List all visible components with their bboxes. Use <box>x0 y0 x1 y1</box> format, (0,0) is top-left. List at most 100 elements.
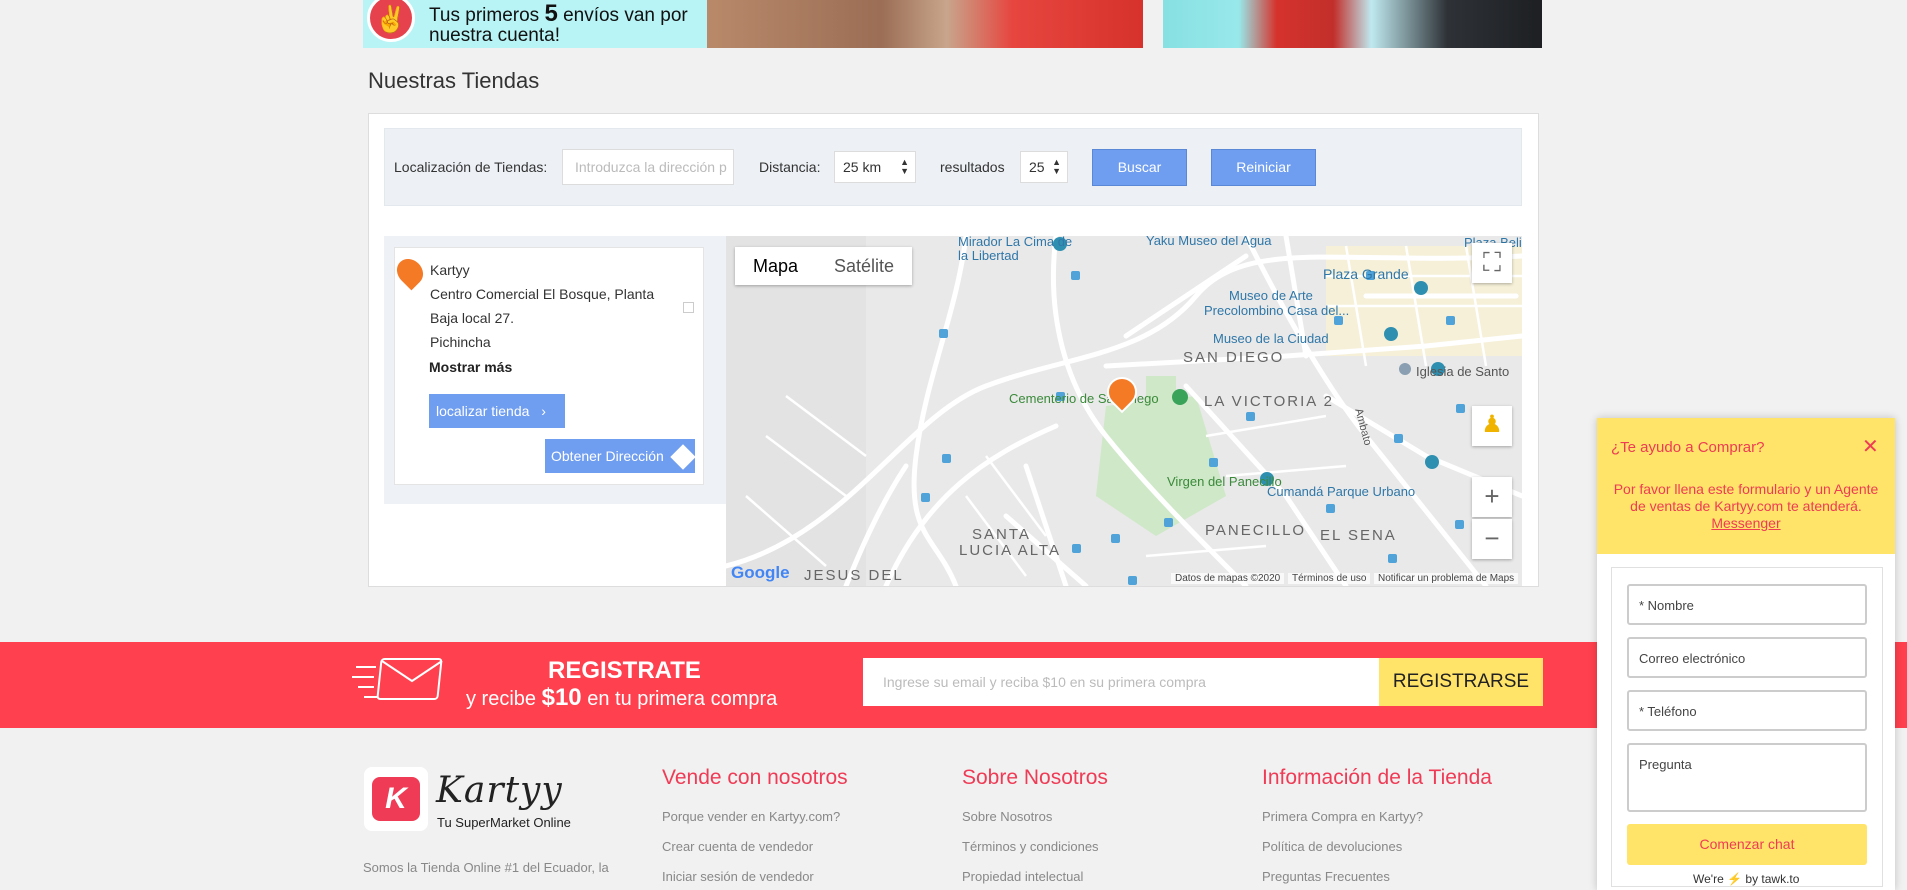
footer-link[interactable]: Términos y condiciones <box>962 839 1099 854</box>
location-label: Localización de Tiendas: <box>394 159 548 175</box>
promo-photo <box>707 0 1143 48</box>
locate-store-button[interactable]: localizar tienda › <box>429 394 565 428</box>
address-input[interactable]: Introduzca la dirección p <box>562 149 734 185</box>
register-sub-prefix: y recibe <box>466 688 537 710</box>
results-label: resultados <box>940 159 1005 175</box>
map-label-plaza-grande: Plaza Grande <box>1323 266 1409 282</box>
get-directions-button[interactable]: Obtener Dirección <box>545 439 696 473</box>
results-value: 25 <box>1029 159 1045 175</box>
register-sub-suffix: en tu primera compra <box>587 688 778 710</box>
chat-name-field[interactable]: * Nombre <box>1627 584 1867 625</box>
map-label-lucia-alta: LUCIA ALTA <box>959 542 1061 559</box>
map-data-credit: Datos de mapas ©2020 <box>1171 573 1285 584</box>
tab-satellite[interactable]: Satélite <box>816 247 912 285</box>
map-label-iglesia: Iglesia de Santo <box>1416 364 1510 379</box>
distance-value: 25 km <box>843 159 882 175</box>
promo-text: Tus primeros 5 envíos van por nuestra cu… <box>429 2 688 46</box>
promo-prefix: Tus primeros <box>429 5 540 26</box>
zoom-in-icon[interactable]: + <box>1472 477 1512 517</box>
store-address-line2: Baja local 27. <box>430 310 515 326</box>
register-title: REGISTRATE <box>548 657 701 684</box>
store-map[interactable]: Mirador La Cima de la Libertad Yaku Muse… <box>726 236 1522 586</box>
footer-link[interactable]: Iniciar sesión de vendedor <box>662 869 814 884</box>
register-button[interactable]: REGISTRARSE <box>1379 658 1543 706</box>
chevron-right-icon: › <box>541 403 546 419</box>
footer-link[interactable]: Porque vender en Kartyy.com? <box>662 809 840 824</box>
reset-button[interactable]: Reiniciar <box>1211 149 1316 186</box>
register-bar-edge <box>1895 646 1907 720</box>
chat-phone-field[interactable]: * Teléfono <box>1627 690 1867 731</box>
map-label-precolombino: Precolombino Casa del... <box>1204 303 1350 318</box>
search-button[interactable]: Buscar <box>1092 149 1187 186</box>
store-name: Kartyy <box>430 262 470 278</box>
map-label-jesus: JESUS DEL <box>804 567 904 584</box>
footer-link[interactable]: Política de devoluciones <box>1262 839 1402 854</box>
directions-icon <box>669 444 696 471</box>
select-arrows-icon: ▲ ▼ <box>900 157 909 176</box>
map-label-panecillo: PANECILLO <box>1205 522 1307 539</box>
select-arrows-icon: ▲ ▼ <box>1052 157 1061 176</box>
street-view-icon[interactable]: ♟ <box>1472 406 1512 446</box>
victory-hand-icon: ✌ <box>367 0 415 42</box>
tab-map[interactable]: Mapa <box>735 247 816 285</box>
powered-prefix: We're <box>1693 872 1724 886</box>
get-directions-label: Obtener Dirección <box>551 448 664 464</box>
footer-col-sell-title: Vende con nosotros <box>662 766 848 789</box>
footer-link[interactable]: Crear cuenta de vendedor <box>662 839 813 854</box>
map-label-la-victoria: LA VICTORIA 2 <box>1204 393 1334 410</box>
promo-number: 5 <box>544 0 558 27</box>
map-label-yaku: Yaku Museo del Agua <box>1146 236 1272 248</box>
chat-message-text: Por favor llena este formulario y un Age… <box>1613 481 1879 514</box>
messenger-link[interactable]: Messenger <box>1711 515 1780 531</box>
chat-title: ¿Te ayudo a Comprar? <box>1611 439 1765 456</box>
fullscreen-icon[interactable]: ⛶ <box>1472 243 1512 283</box>
store-address-line1: Centro Comercial El Bosque, Planta <box>430 286 655 302</box>
close-icon[interactable]: ✕ <box>1862 434 1879 459</box>
show-more-link[interactable]: Mostrar más <box>429 359 512 375</box>
logo-wordmark[interactable]: Kartyy <box>436 770 563 811</box>
footer-link[interactable]: Preguntas Frecuentes <box>1262 869 1390 884</box>
footer-col-about-title: Sobre Nosotros <box>962 766 1108 789</box>
page-title: Nuestras Tiendas <box>368 68 540 93</box>
lightning-icon: ⚡ <box>1727 872 1743 886</box>
map-label-museo-ciudad: Museo de la Ciudad <box>1213 331 1329 346</box>
map-label-santa: SANTA <box>972 526 1031 543</box>
about-text: Somos la Tienda Online #1 del Ecuador, l… <box>363 860 609 875</box>
promo-banner-left[interactable]: ✌ Tus primeros 5 envíos van por nuestra … <box>363 0 1143 48</box>
distance-label: Distancia: <box>759 159 821 175</box>
map-terms-link[interactable]: Términos de uso <box>1288 573 1371 584</box>
map-label-san-diego: SAN DIEGO <box>1183 349 1285 366</box>
map-label-cumanda: Cumandá Parque Urbano <box>1267 484 1416 499</box>
locate-store-label: localizar tienda <box>436 403 530 419</box>
map-label-museo-arte: Museo de Arte <box>1229 288 1313 303</box>
footer-link[interactable]: Sobre Nosotros <box>962 809 1052 824</box>
footer-link[interactable]: Primera Compra en Kartyy? <box>1262 809 1423 824</box>
results-select[interactable]: 25 ▲ ▼ <box>1020 151 1068 183</box>
google-logo: Google <box>731 563 790 582</box>
chat-question-field[interactable]: Pregunta <box>1627 743 1867 812</box>
map-label-el-sena: EL SENA <box>1320 527 1397 544</box>
distance-select[interactable]: 25 km ▲ ▼ <box>834 151 916 183</box>
register-sub-amount: $10 <box>541 684 582 711</box>
powered-by-tawk[interactable]: We're ⚡ by tawk.to <box>1693 872 1799 886</box>
logo-tagline: Tu SuperMarket Online <box>437 815 571 830</box>
promo-suffix: envíos van por <box>563 5 688 26</box>
map-label-virgen: Virgen del Panecillo <box>1167 474 1282 489</box>
promo-line2: nuestra cuenta! <box>429 25 560 46</box>
map-type-tabs: Mapa Satélite <box>735 247 913 285</box>
promo-banner-right[interactable] <box>1163 0 1542 48</box>
map-report-link[interactable]: Notificar un problema de Maps <box>1374 573 1519 584</box>
store-checkbox[interactable] <box>683 302 694 313</box>
logo-icon: K <box>372 777 420 821</box>
footer-link[interactable]: Propiedad intelectual <box>962 869 1083 884</box>
register-email-input[interactable]: Ingrese su email y reciba $10 en su prim… <box>863 658 1379 706</box>
chat-email-field[interactable]: Correo electrónico <box>1627 637 1867 678</box>
store-province: Pichincha <box>430 334 491 350</box>
zoom-out-icon[interactable]: − <box>1472 519 1512 559</box>
start-chat-button[interactable]: Comenzar chat <box>1627 824 1867 865</box>
chat-message: Por favor llena este formulario y un Age… <box>1606 481 1886 532</box>
envelope-icon <box>352 658 443 700</box>
footer-col-store-info-title: Información de la Tienda <box>1262 766 1492 789</box>
register-subtitle: y recibe $10 en tu primera compra <box>466 684 777 712</box>
powered-suffix: by tawk.to <box>1745 872 1800 886</box>
